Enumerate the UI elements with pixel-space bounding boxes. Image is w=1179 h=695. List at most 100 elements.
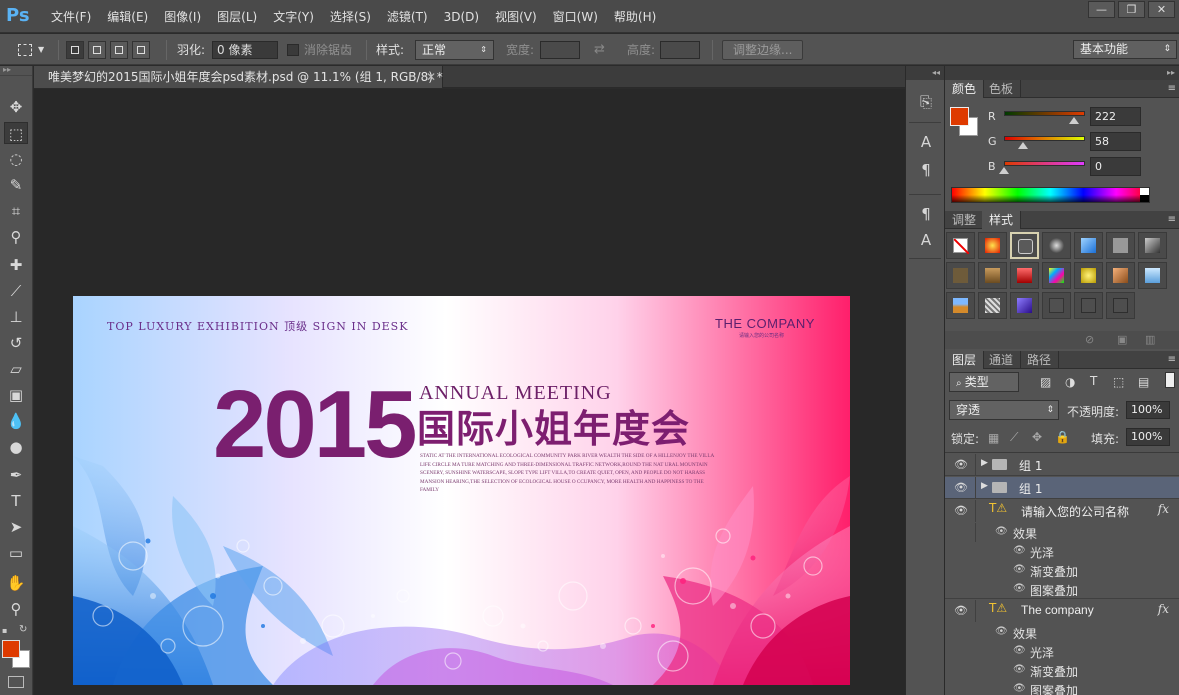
style-swatch[interactable]: [978, 262, 1007, 289]
tab-styles[interactable]: 样式: [982, 211, 1022, 229]
foreground-color-swatch[interactable]: [2, 640, 20, 658]
lock-transparent-icon[interactable]: ▦: [988, 431, 999, 445]
dodge-tool-icon[interactable]: ●: [4, 436, 28, 458]
workspace-preset-select[interactable]: 基本功能 ⇕: [1073, 40, 1177, 59]
character-styles-icon[interactable]: A: [916, 230, 936, 250]
fx-icon[interactable]: fx: [1158, 502, 1169, 516]
restore-button[interactable]: ❐: [1118, 1, 1145, 18]
style-swatch[interactable]: [978, 292, 1007, 319]
style-swatch[interactable]: [1074, 232, 1103, 259]
hand-tool-icon[interactable]: ✋: [4, 572, 28, 594]
eraser-tool-icon[interactable]: ▱: [4, 358, 28, 380]
lasso-tool-icon[interactable]: ◌: [4, 148, 28, 170]
opacity-input[interactable]: 100%: [1126, 401, 1170, 419]
feather-input[interactable]: 0 像素: [212, 40, 278, 59]
pixel-filter-icon[interactable]: ▨: [1040, 375, 1051, 389]
slider-red[interactable]: R 222: [945, 107, 1179, 129]
stamp-tool-icon[interactable]: ⊥: [4, 306, 28, 328]
eye-icon[interactable]: 👁: [954, 504, 968, 517]
slider-blue-thumb[interactable]: [999, 167, 1009, 174]
marquee-preset[interactable]: ▼: [18, 34, 44, 65]
history-brush-tool-icon[interactable]: ↺: [4, 332, 28, 354]
style-swatch[interactable]: [946, 262, 975, 289]
effect-row[interactable]: 👁 图案叠加: [945, 580, 1179, 599]
eye-icon[interactable]: 👁: [954, 481, 968, 494]
artboard[interactable]: TOP LUXURY EXHIBITION 顶级 SIGN IN DESK TH…: [73, 296, 850, 685]
move-tool-icon[interactable]: ✥: [4, 96, 28, 118]
panel-menu-icon[interactable]: ≡: [1168, 80, 1176, 98]
foreground-color-swatch[interactable]: [950, 107, 969, 126]
eye-icon[interactable]: 👁: [1013, 664, 1026, 675]
layer-row[interactable]: 👁 ▶ 组 1: [945, 454, 1179, 476]
type-tool-icon[interactable]: T: [4, 490, 28, 512]
fx-icon[interactable]: fx: [1158, 602, 1169, 616]
tab-color[interactable]: 颜色: [945, 80, 985, 98]
close-window-button[interactable]: ✕: [1148, 1, 1175, 18]
style-swatch[interactable]: [1074, 262, 1103, 289]
eye-icon[interactable]: 👁: [1013, 683, 1026, 694]
blur-tool-icon[interactable]: 💧: [4, 410, 28, 432]
effect-row[interactable]: 👁 图案叠加: [945, 680, 1179, 695]
panel-menu-icon[interactable]: ≡: [1168, 351, 1176, 369]
style-swatch[interactable]: [1106, 232, 1135, 259]
effect-row[interactable]: 👁 光泽: [945, 642, 1179, 661]
character-panel-icon[interactable]: A: [916, 132, 936, 152]
pen-tool-icon[interactable]: ✒: [4, 464, 28, 486]
style-swatch[interactable]: [1010, 292, 1039, 319]
menu-window[interactable]: 窗口(W): [545, 0, 606, 33]
clear-style-icon[interactable]: ⊘: [1085, 333, 1094, 346]
slider-green-thumb[interactable]: [1017, 142, 1028, 149]
menu-select[interactable]: 选择(S): [322, 0, 379, 33]
tab-swatches[interactable]: 色板: [982, 80, 1022, 98]
menu-view[interactable]: 视图(V): [487, 0, 545, 33]
smart-object-filter-icon[interactable]: ▤: [1138, 375, 1149, 389]
width-input[interactable]: [540, 40, 580, 59]
style-swatch[interactable]: [1138, 232, 1167, 259]
layer-filter-select[interactable]: ⌕ 类型: [949, 372, 1019, 392]
lock-position-icon[interactable]: ✥: [1032, 430, 1042, 444]
paragraph-styles-icon[interactable]: ¶: [916, 204, 936, 224]
tab-paths[interactable]: 路径: [1020, 351, 1060, 369]
eye-icon[interactable]: 👁: [1013, 645, 1026, 656]
style-swatch[interactable]: [1042, 262, 1071, 289]
panel-menu-icon[interactable]: ≡: [1168, 211, 1176, 229]
effect-row[interactable]: 👁 光泽: [945, 542, 1179, 561]
effect-row[interactable]: 👁 渐变叠加: [945, 661, 1179, 680]
expand-arrow-icon[interactable]: ▶: [981, 481, 988, 491]
shape-tool-icon[interactable]: ▭: [4, 542, 28, 564]
effect-row[interactable]: 👁 渐变叠加: [945, 561, 1179, 580]
history-panel-icon[interactable]: ⎘: [916, 92, 936, 112]
slider-red-thumb[interactable]: [1069, 117, 1080, 124]
style-swatch[interactable]: [1042, 292, 1071, 319]
eye-icon[interactable]: 👁: [1013, 583, 1026, 594]
intersect-selection-icon[interactable]: [132, 40, 150, 59]
antialias-checkbox[interactable]: [287, 43, 299, 56]
blend-mode-select[interactable]: 穿透 ⇕: [949, 400, 1059, 420]
adjustment-filter-icon[interactable]: ◑: [1065, 375, 1075, 389]
menu-image[interactable]: 图像(I): [156, 0, 209, 33]
height-input[interactable]: [660, 40, 700, 59]
effects-row[interactable]: 👁 效果: [945, 623, 1179, 642]
color-spectrum-ramp[interactable]: [951, 187, 1150, 203]
document-tab[interactable]: 唯美梦幻的2015国际小姐年度会psd素材.psd @ 11.1% (组 1, …: [34, 66, 443, 88]
menu-filter[interactable]: 滤镜(T): [379, 0, 436, 33]
rect-marquee-tool-icon[interactable]: ⬚: [4, 122, 28, 144]
menu-3d[interactable]: 3D(D): [436, 0, 487, 33]
lock-all-icon[interactable]: 🔒: [1055, 430, 1070, 444]
collapse-icon[interactable]: ◂◂: [906, 66, 944, 80]
healing-brush-tool-icon[interactable]: ✚: [4, 254, 28, 276]
style-select[interactable]: 正常 ⇕: [415, 39, 494, 60]
new-selection-icon[interactable]: [66, 40, 84, 59]
slider-blue-value[interactable]: 0: [1090, 157, 1141, 176]
collapse-icon[interactable]: ▸▸: [0, 66, 32, 76]
style-swatch[interactable]: [1138, 262, 1167, 289]
lock-paint-icon[interactable]: ⟋: [1010, 430, 1018, 445]
filter-toggle-icon[interactable]: [1165, 372, 1175, 388]
eye-icon[interactable]: 👁: [954, 458, 968, 471]
collapse-icon[interactable]: ▸▸: [945, 66, 1179, 80]
slider-red-track[interactable]: [1004, 111, 1085, 116]
eye-icon[interactable]: 👁: [995, 626, 1008, 637]
expand-arrow-icon[interactable]: ▶: [981, 458, 988, 468]
zoom-tool-icon[interactable]: ⚲: [4, 598, 28, 620]
layer-row[interactable]: 👁 T⚠ The company fx: [945, 600, 1179, 625]
